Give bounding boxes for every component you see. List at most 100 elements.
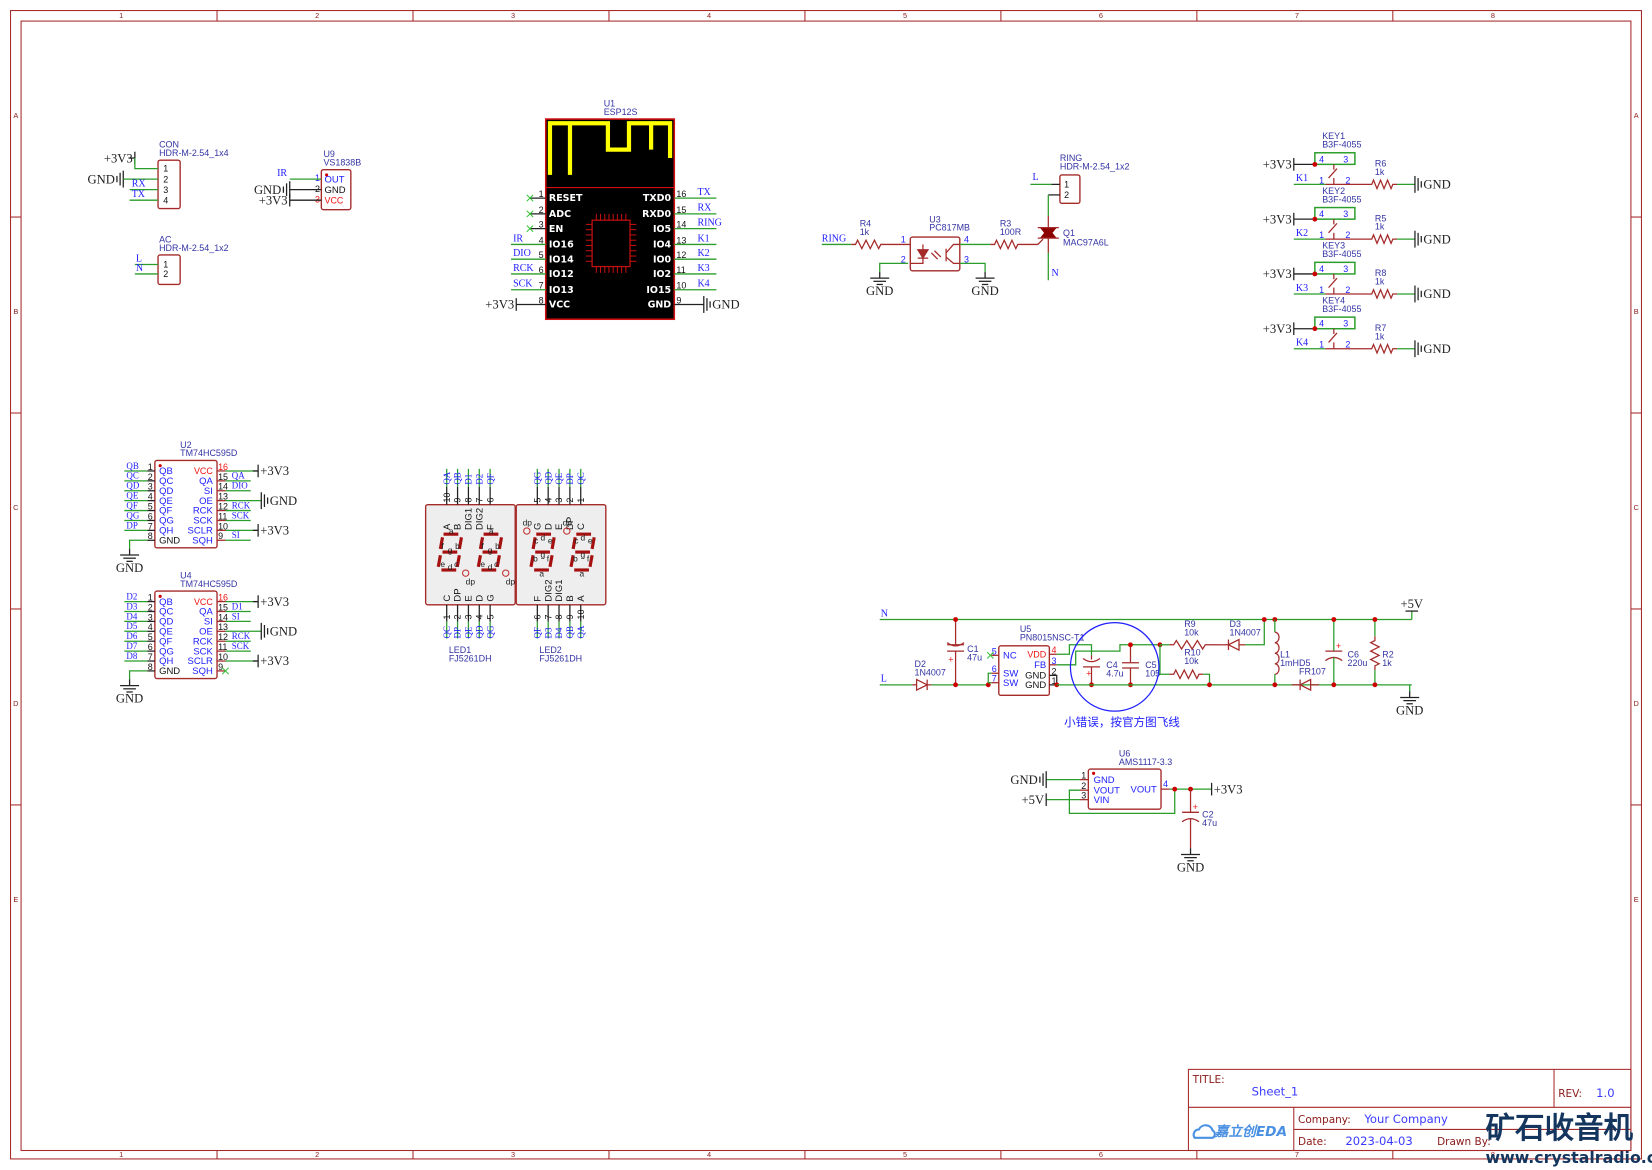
component-value: HDR-M-2.54_1x4 bbox=[159, 148, 229, 158]
net-label: QE bbox=[126, 491, 138, 501]
pin-name: D bbox=[543, 523, 554, 530]
net-label: QD bbox=[474, 625, 484, 638]
switch-lever-icon bbox=[1328, 222, 1338, 234]
pin-name: SQH bbox=[192, 666, 213, 677]
net-label: SCK bbox=[513, 279, 533, 290]
pin-number: 5 bbox=[992, 646, 997, 656]
net-label: QG bbox=[485, 625, 495, 638]
pin-name: TXD0 bbox=[643, 193, 672, 204]
resistor-symbol bbox=[1367, 178, 1398, 191]
junction-dot bbox=[953, 617, 959, 622]
segment-label: dp bbox=[563, 518, 573, 528]
net-label: DP bbox=[126, 520, 137, 530]
pin-number: 2 bbox=[1345, 175, 1350, 185]
component-value: B3F-4055 bbox=[1322, 304, 1361, 314]
inductor-icon bbox=[1274, 631, 1280, 675]
net-label: QE bbox=[554, 472, 564, 484]
column-label: 5 bbox=[903, 1150, 907, 1159]
pin-name: GND bbox=[648, 300, 672, 311]
power-label: +3V3 bbox=[260, 524, 289, 538]
net-label: RCK bbox=[232, 631, 251, 641]
title-label: TITLE: bbox=[1192, 1074, 1225, 1086]
segment-label: c bbox=[534, 536, 538, 546]
pin-name: B bbox=[565, 595, 576, 601]
net-label: SCK bbox=[232, 641, 250, 651]
ground-label: GND bbox=[1423, 287, 1450, 301]
power-label: +3V3 bbox=[1214, 782, 1243, 796]
segment-label: d bbox=[448, 562, 453, 572]
date-label: Date: bbox=[1298, 1136, 1327, 1148]
net-label: QG bbox=[532, 471, 542, 484]
component-value: 1N4007 bbox=[1230, 627, 1261, 637]
component-value: 1k bbox=[1382, 658, 1392, 668]
component-value: TM74HC595D bbox=[180, 448, 238, 458]
optocoupler-u3 bbox=[909, 236, 961, 272]
rev-label: REV: bbox=[1558, 1088, 1582, 1100]
segment-label: a bbox=[489, 526, 494, 536]
row-label: B bbox=[1634, 307, 1639, 316]
net-label: K4 bbox=[1296, 338, 1308, 349]
resistor-symbol bbox=[851, 238, 885, 251]
net-label: D5 bbox=[126, 621, 137, 631]
junction-dot bbox=[1272, 682, 1278, 688]
junction-dot bbox=[1128, 642, 1133, 648]
pin-number: 8 bbox=[464, 498, 474, 503]
net-label: QB bbox=[453, 472, 463, 484]
net-label: L bbox=[881, 674, 887, 685]
column-label: 4 bbox=[707, 1150, 711, 1159]
segment-label: a bbox=[539, 568, 544, 578]
pin-name: F bbox=[532, 596, 543, 602]
pin-number: 5 bbox=[532, 498, 542, 503]
power-label: +3V3 bbox=[485, 298, 514, 312]
component-value: 1k bbox=[1375, 167, 1385, 177]
power-label: +3V3 bbox=[1263, 212, 1292, 226]
component-value: 10k bbox=[1184, 656, 1199, 666]
net-label: D1 bbox=[464, 474, 474, 485]
resistor-symbol bbox=[1367, 288, 1398, 300]
resistor-symbol bbox=[990, 238, 1022, 251]
pin-number: 1 bbox=[163, 164, 168, 174]
net-label: QC bbox=[126, 471, 138, 481]
pin-name: VOUT bbox=[1131, 784, 1158, 795]
pin-number: 7 bbox=[543, 615, 553, 620]
pin-name: DIG1 bbox=[554, 579, 565, 601]
net-label: QA bbox=[232, 471, 245, 481]
junction-dot bbox=[953, 682, 959, 688]
pin-name: GND bbox=[1094, 775, 1115, 786]
component-value: 100R bbox=[1000, 227, 1022, 237]
component-value: HDR-M-2.54_1x2 bbox=[159, 243, 229, 253]
pin-name: C bbox=[576, 523, 587, 530]
component-value: B3F-4055 bbox=[1322, 194, 1361, 204]
net-label: D4 bbox=[554, 627, 564, 638]
net-label: RX bbox=[132, 178, 147, 189]
component-value: TM74HC595D bbox=[180, 579, 238, 589]
pin-number: 3 bbox=[1343, 154, 1348, 164]
pin-name: NC bbox=[1003, 650, 1017, 661]
segment-label: e bbox=[440, 559, 445, 569]
pin-number: 4 bbox=[1163, 779, 1168, 789]
net-label: TX bbox=[697, 187, 711, 198]
pin-name: IO4 bbox=[653, 240, 672, 251]
connector-ring bbox=[1059, 174, 1081, 205]
junction-dot bbox=[1331, 617, 1337, 622]
net-label: D1 bbox=[232, 601, 243, 611]
junction-dot bbox=[1312, 161, 1318, 167]
pin-number: 2 bbox=[163, 269, 168, 279]
net-label: DP bbox=[565, 473, 575, 484]
ground-label: GND bbox=[87, 172, 114, 186]
ground-label: GND bbox=[1423, 342, 1450, 356]
net-label: D3 bbox=[126, 601, 137, 611]
sheet-title: Sheet_1 bbox=[1252, 1085, 1299, 1099]
pin-number: 1 bbox=[1319, 175, 1324, 185]
net-label: QA bbox=[576, 625, 586, 638]
net-label: QF bbox=[485, 473, 495, 484]
ground-label: GND bbox=[1010, 773, 1037, 787]
segment-label: a bbox=[449, 526, 454, 536]
drawn-by-label: Drawn By: bbox=[1437, 1136, 1491, 1148]
column-label: 1 bbox=[119, 1150, 123, 1159]
pin-number: 4 bbox=[1319, 319, 1324, 329]
pin-number: 1 bbox=[901, 234, 906, 244]
pin-name: A bbox=[576, 595, 587, 602]
net-label: QB bbox=[565, 626, 575, 638]
pin-name: SQH bbox=[192, 535, 213, 546]
